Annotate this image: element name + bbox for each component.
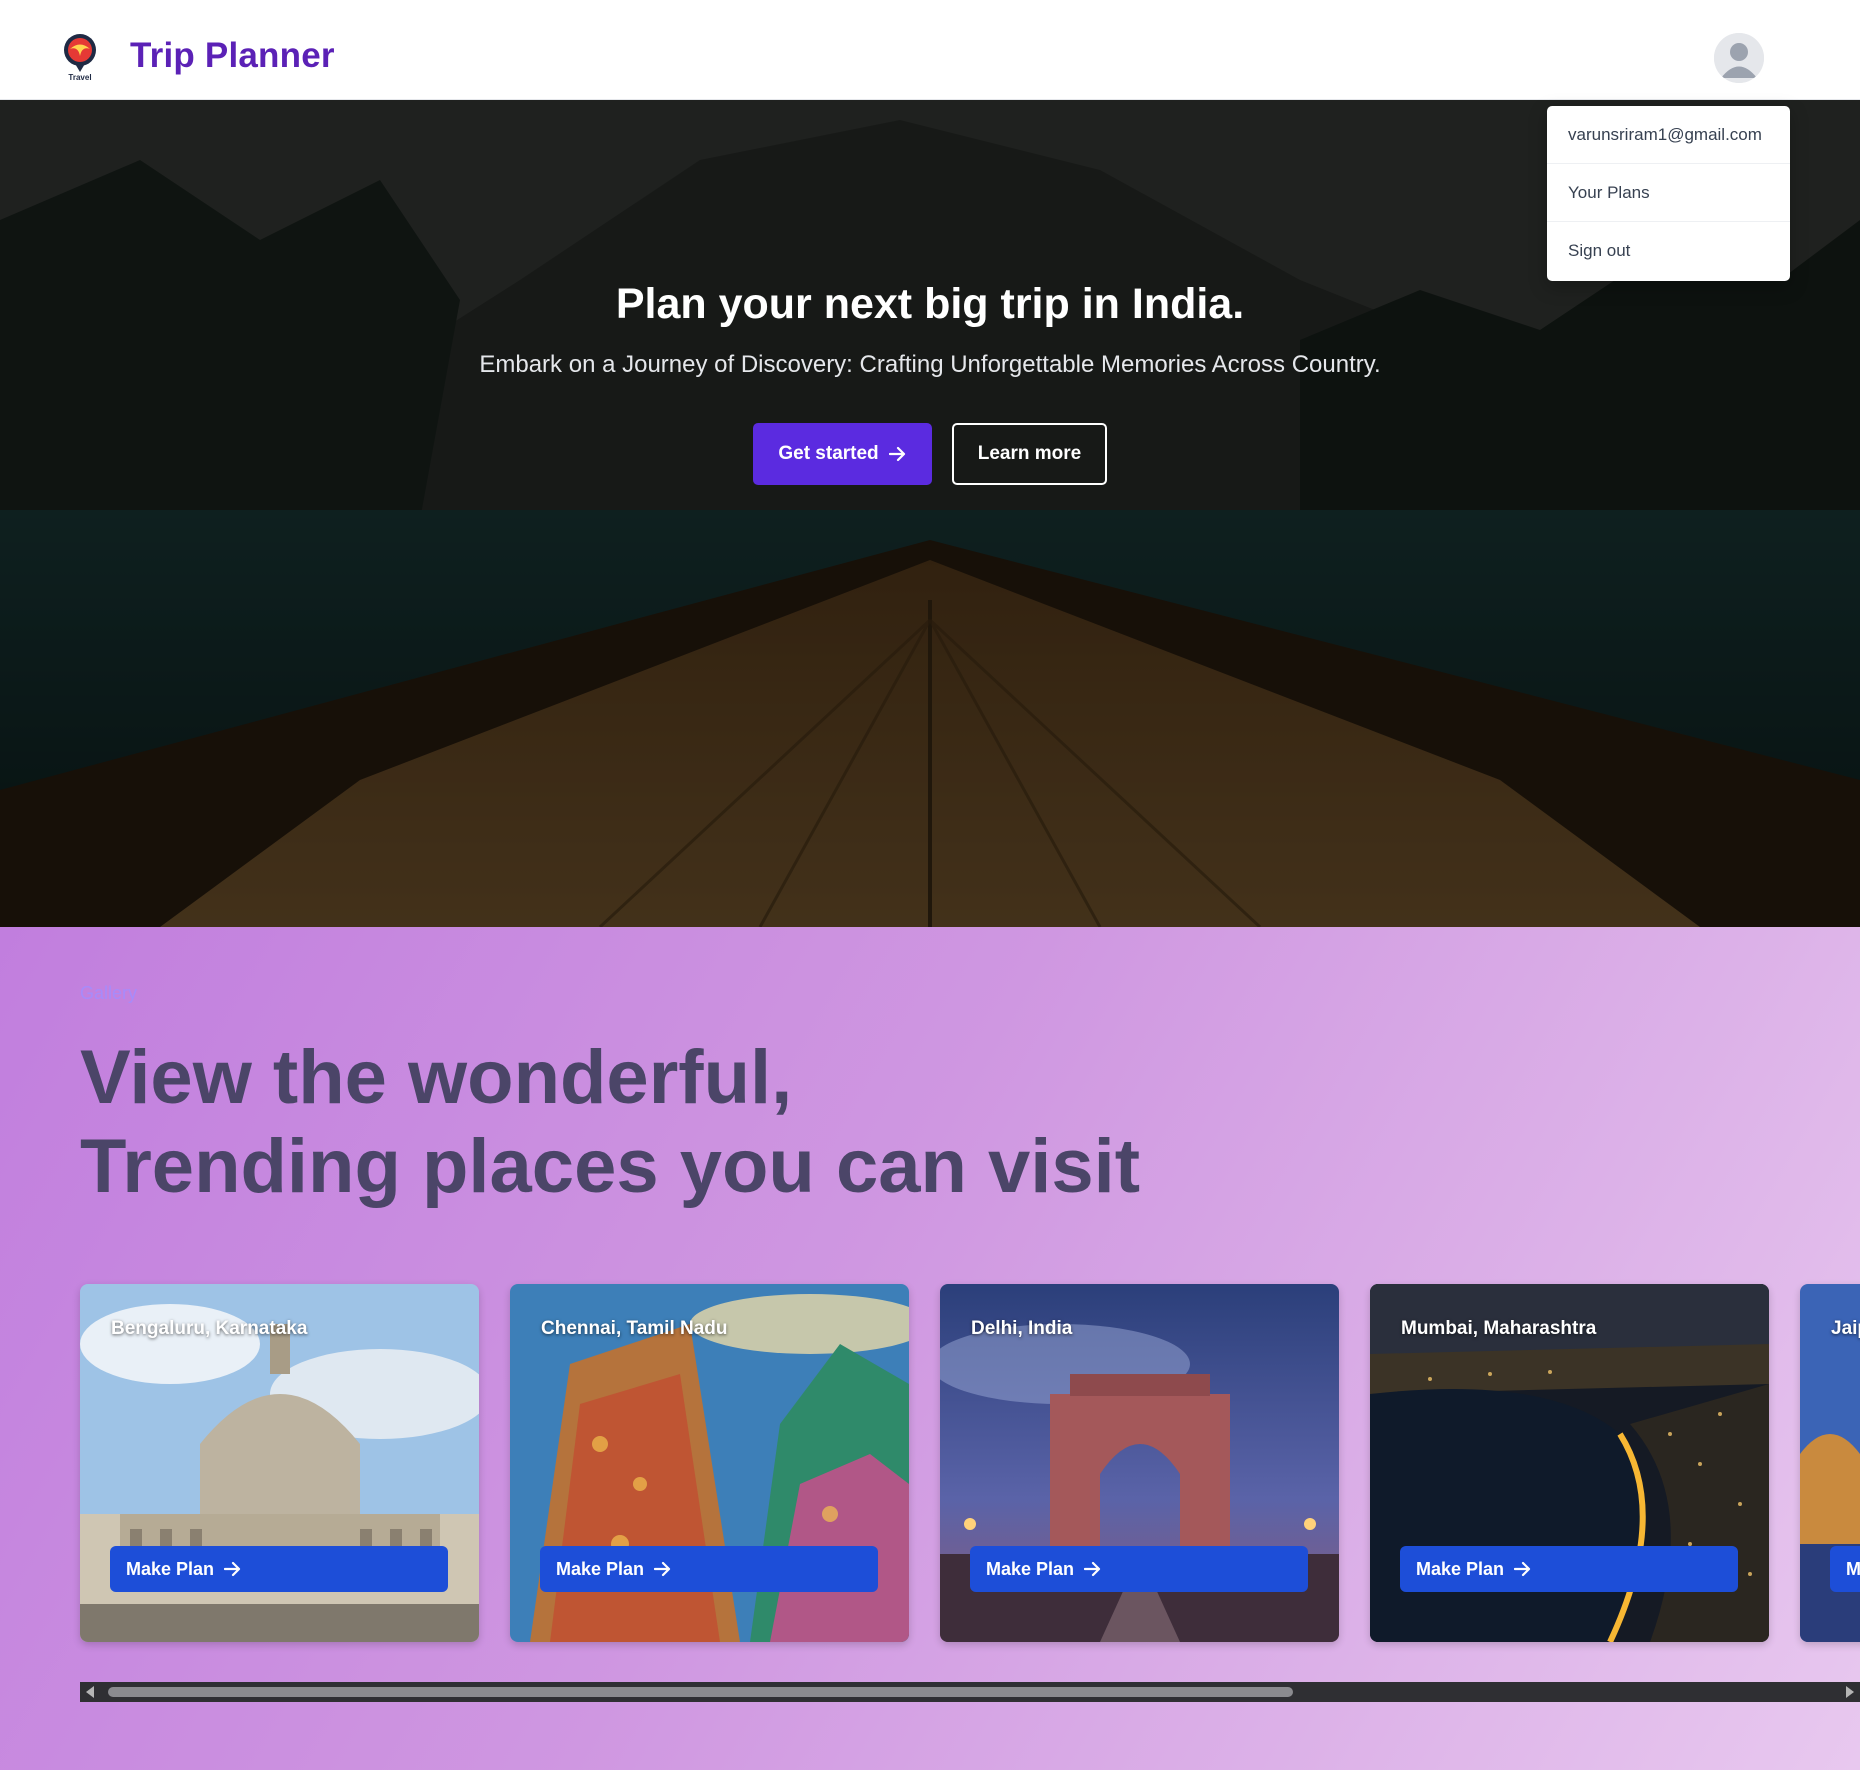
get-started-button[interactable]: Get started	[753, 423, 932, 485]
arrow-right-icon	[1084, 1561, 1101, 1577]
make-plan-label: Make Plan	[556, 1558, 645, 1579]
make-plan-label: Make Plan	[1416, 1558, 1505, 1579]
card-title: Delhi, India	[971, 1318, 1073, 1339]
user-avatar-icon[interactable]	[1714, 33, 1764, 83]
destination-card-chennai[interactable]: Chennai, Tamil Nadu Make Plan	[510, 1284, 909, 1642]
scroll-left-arrow-icon[interactable]	[86, 1686, 94, 1698]
arrow-right-icon	[888, 446, 905, 462]
gallery-label: Gallery	[80, 983, 138, 1003]
destination-card-mumbai[interactable]: Mumbai, Maharashtra Make Plan	[1370, 1284, 1769, 1642]
destination-card-jaipur[interactable]: Jaip M	[1800, 1284, 1860, 1642]
destination-carousel[interactable]: Bengaluru, Karnataka Make Plan Chennai, …	[80, 1284, 1860, 1644]
hero-subtitle: Embark on a Journey of Discovery: Crafti…	[479, 351, 1381, 378]
logo-icon[interactable]: Travel	[58, 32, 102, 82]
destination-card-bengaluru[interactable]: Bengaluru, Karnataka Make Plan	[80, 1284, 479, 1642]
get-started-label: Get started	[778, 443, 879, 464]
gallery-section: Gallery View the wonderful, Trending pla…	[0, 927, 1860, 1770]
carousel-scrollbar[interactable]	[80, 1682, 1860, 1702]
make-plan-button[interactable]: Make Plan	[110, 1546, 448, 1592]
card-title: Jaip	[1831, 1318, 1860, 1339]
card-title: Bengaluru, Karnataka	[111, 1318, 308, 1339]
gallery-title: View the wonderful, Trending places you …	[80, 1033, 1140, 1211]
make-plan-button[interactable]: Make Plan	[1400, 1546, 1738, 1592]
arrow-right-icon	[1514, 1561, 1531, 1577]
dropdown-email: varunsriram1@gmail.com	[1547, 106, 1790, 164]
top-navbar: Travel Trip Planner	[0, 0, 1860, 100]
make-plan-label: M	[1846, 1558, 1860, 1579]
make-plan-label: Make Plan	[986, 1558, 1075, 1579]
arrow-right-icon	[654, 1561, 671, 1577]
card-title: Chennai, Tamil Nadu	[541, 1318, 728, 1339]
hero-title: Plan your next big trip in India.	[615, 280, 1245, 328]
scroll-right-arrow-icon[interactable]	[1846, 1686, 1854, 1698]
dropdown-item-your-plans[interactable]: Your Plans	[1547, 164, 1790, 222]
make-plan-button[interactable]: M	[1830, 1546, 1860, 1592]
make-plan-button[interactable]: Make Plan	[540, 1546, 878, 1592]
user-dropdown-menu: varunsriram1@gmail.com Your Plans Sign o…	[1547, 106, 1790, 281]
arrow-right-icon	[224, 1561, 241, 1577]
scrollbar-thumb[interactable]	[108, 1687, 1293, 1697]
make-plan-button[interactable]: Make Plan	[970, 1546, 1308, 1592]
dropdown-item-sign-out[interactable]: Sign out	[1547, 222, 1790, 280]
learn-more-button[interactable]: Learn more	[952, 423, 1107, 485]
svg-text:Travel: Travel	[68, 73, 91, 82]
gallery-title-line-2: Trending places you can visit	[80, 1124, 1141, 1209]
gallery-title-line-1: View the wonderful,	[80, 1035, 793, 1120]
card-title: Mumbai, Maharashtra	[1401, 1318, 1597, 1339]
brand-title[interactable]: Trip Planner	[130, 36, 335, 76]
make-plan-label: Make Plan	[126, 1558, 215, 1579]
destination-card-delhi[interactable]: Delhi, India Make Plan	[940, 1284, 1339, 1642]
